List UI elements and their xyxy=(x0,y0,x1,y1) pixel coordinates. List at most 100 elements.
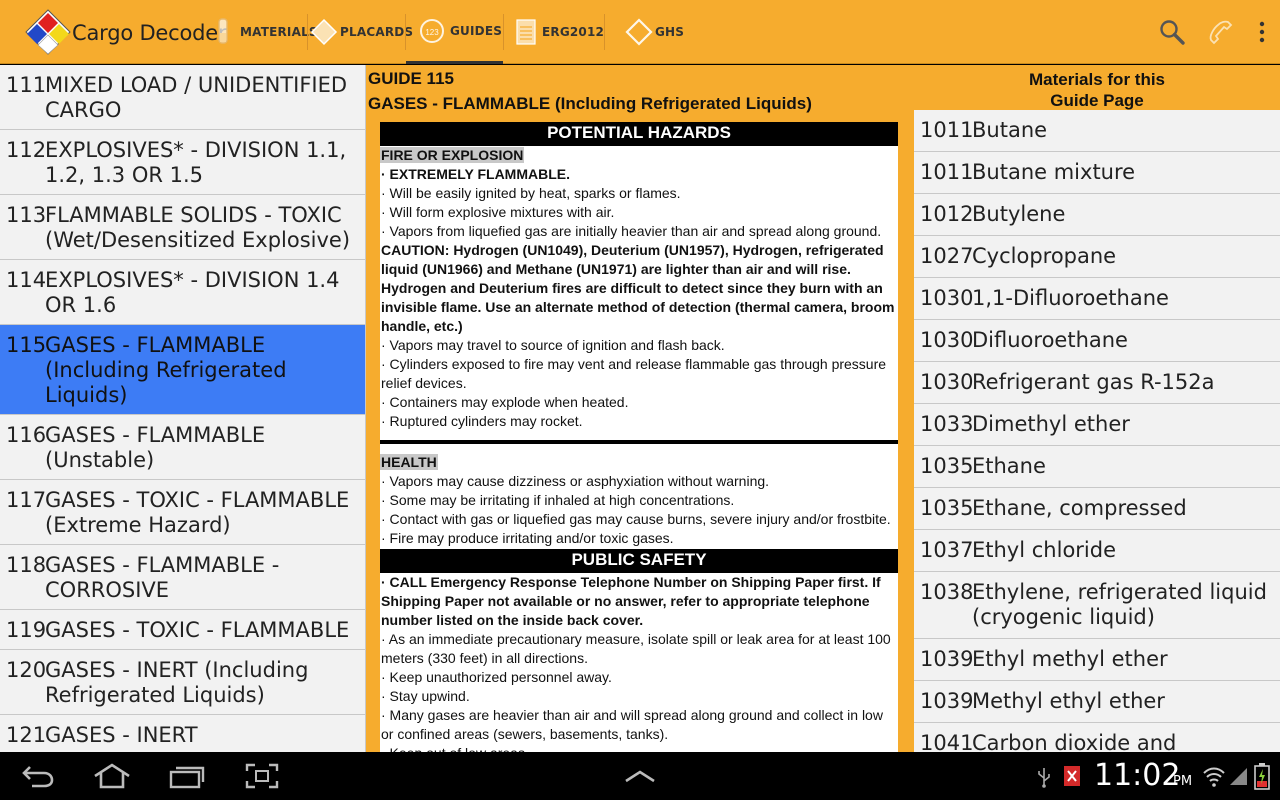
material-list-item[interactable]: 1012 Butylene xyxy=(914,194,1280,236)
material-list-item[interactable]: 1039 Ethyl methyl ether xyxy=(914,639,1280,681)
back-icon xyxy=(22,766,54,788)
guide-item-name: GASES - TOXIC - FLAMMABLE (Extreme Hazar… xyxy=(45,488,350,537)
guide-list-item[interactable]: 115 GASES - FLAMMABLE (Including Refriger… xyxy=(0,325,365,415)
guide-text-line: · Keep out of low areas. xyxy=(380,744,898,752)
guide-text-line: · Will be easily ignited by heat, sparks… xyxy=(381,185,681,201)
guide-title: GASES - FLAMMABLE (Including Refrigerate… xyxy=(368,94,812,113)
back-button[interactable] xyxy=(16,760,60,792)
materials-title-line: Materials for this xyxy=(1028,70,1166,89)
material-list-item[interactable]: 1030 Refrigerant gas R-152a xyxy=(914,362,1280,404)
material-list-item[interactable]: 1038 Ethylene, refrigerated liquid (cryog… xyxy=(914,572,1280,639)
tab-placards[interactable]: PLACARDS xyxy=(310,0,413,64)
notification-error-icon[interactable] xyxy=(1063,765,1081,787)
signal-icon xyxy=(1230,768,1247,785)
material-list-item[interactable]: 1041Carbon dioxide and Ethylene oxide mi… xyxy=(914,723,1280,752)
clock-ampm: PM xyxy=(1173,774,1193,789)
vial-icon xyxy=(218,18,228,44)
guide-item-number: 118 xyxy=(6,553,47,577)
materials-list[interactable]: 1011 Butane 1011 Butane mixture 1012 Butylene… xyxy=(914,110,1280,752)
material-list-item[interactable]: 1033 Dimethyl ether xyxy=(914,404,1280,446)
subsection-fire-or-explosion: FIRE OR EXPLOSION xyxy=(380,147,525,163)
material-list-item[interactable]: 1011 Butane xyxy=(914,110,1280,152)
guides-icon: 123 xyxy=(420,18,444,43)
guide-list-item[interactable]: 114 EXPLOSIVES* - DIVISION 1.4 OR 1.6 xyxy=(0,260,365,325)
materials-pane: Materials for this Guide Page 1011 Butane… xyxy=(914,65,1280,752)
svg-text:123: 123 xyxy=(425,28,439,37)
screenshot-button[interactable] xyxy=(240,760,284,792)
nfpa-diamond-logo-icon[interactable] xyxy=(24,8,72,56)
guide-list-item[interactable]: 113 FLAMMABLE SOLIDS - TOXIC (Wet/Desensi… xyxy=(0,195,365,260)
material-name: Difluoroethane xyxy=(972,328,1128,352)
material-un-number: 1037 xyxy=(920,538,974,562)
material-list-item[interactable]: 1037 Ethyl chloride xyxy=(914,530,1280,572)
usb-icon xyxy=(1038,768,1050,788)
guide-list-item[interactable]: 121 GASES - INERT xyxy=(0,715,365,752)
guide-text-line: · Cylinders exposed to fire may vent and… xyxy=(381,356,887,391)
material-name: Butane mixture xyxy=(972,160,1136,184)
subsection-health: HEALTH xyxy=(380,454,438,470)
guide-item-name: GASES - FLAMMABLE (Including Refrigerate… xyxy=(45,333,287,407)
recent-apps-button[interactable] xyxy=(165,760,209,792)
material-name: Methyl ethyl ether xyxy=(972,689,1165,713)
guide-item-name: GASES - INERT xyxy=(45,723,198,747)
guide-item-name: GASES - TOXIC - FLAMMABLE xyxy=(45,618,350,642)
clock-time: 11:02 xyxy=(1094,758,1181,793)
material-list-item[interactable]: 1035 Ethane, compressed xyxy=(914,488,1280,530)
guide-item-number: 117 xyxy=(6,488,47,512)
tab-ghs[interactable]: GHS xyxy=(625,0,684,64)
guide-text-line: · Fire may produce irritating and/or tox… xyxy=(381,530,674,546)
tab-materials[interactable]: MATERIALS xyxy=(212,0,318,64)
fire-or-explosion-text: · EXTREMELY FLAMMABLE. · Will be easily i… xyxy=(380,165,898,431)
guide-item-number: 111 xyxy=(6,73,47,97)
guide-number: GUIDE 115 xyxy=(368,69,454,88)
material-name: Refrigerant gas R-152a xyxy=(972,370,1215,394)
guide-item-number: 119 xyxy=(6,618,47,642)
guide-list-item[interactable]: 117 GASES - TOXIC - FLAMMABLE (Extreme Ha… xyxy=(0,480,365,545)
guide-list-item[interactable]: 112 EXPLOSIVES* - DIVISION 1.1, 1.2, 1.3 … xyxy=(0,130,365,195)
tab-label: GUIDES xyxy=(450,23,503,38)
material-un-number: 1011 xyxy=(920,160,974,184)
guide-list-item[interactable]: 118 GASES - FLAMMABLE - CORROSIVE xyxy=(0,545,365,610)
call-button[interactable] xyxy=(1202,14,1238,50)
material-name: Cyclopropane xyxy=(972,244,1117,268)
guide-document[interactable]: POTENTIAL HAZARDS FIRE OR EXPLOSION · EX… xyxy=(380,122,898,752)
guide-list-item[interactable]: 116 GASES - FLAMMABLE (Unstable) xyxy=(0,415,365,480)
material-un-number: 1011 xyxy=(920,118,974,142)
section-header-public-safety: PUBLIC SAFETY xyxy=(380,549,898,573)
guide-item-number: 115 xyxy=(6,333,47,357)
battery-charging-icon xyxy=(1254,763,1270,790)
guide-list[interactable]: 111 MIXED LOAD / UNIDENTIFIED CARGO 112 EXP… xyxy=(0,65,366,752)
overflow-menu-button[interactable] xyxy=(1244,14,1280,50)
guide-list-item[interactable]: 120 GASES - INERT (Including Refrigerated… xyxy=(0,650,365,715)
tab-guides[interactable]: 123 GUIDES xyxy=(406,0,503,64)
section-header-hazards: POTENTIAL HAZARDS xyxy=(380,122,898,146)
material-list-item[interactable]: 1011 Butane mixture xyxy=(914,152,1280,194)
material-list-item[interactable]: 1027 Cyclopropane xyxy=(914,236,1280,278)
material-name: Ethyl chloride xyxy=(972,538,1117,562)
guide-list-item[interactable]: 119 GASES - TOXIC - FLAMMABLE xyxy=(0,610,365,650)
ghs-diamond-icon xyxy=(625,18,653,46)
material-un-number: 1033 xyxy=(920,412,974,436)
guide-item-name: EXPLOSIVES* - DIVISION 1.1, 1.2, 1.3 OR … xyxy=(45,138,347,187)
app-title: Cargo Decoder xyxy=(72,21,227,45)
guide-item-name: GASES - FLAMMABLE (Unstable) xyxy=(45,423,266,472)
guide-detail-pane: GUIDE 115 GASES - FLAMMABLE (Including R… xyxy=(366,65,914,752)
guide-item-name: GASES - INERT (Including Refrigerated Li… xyxy=(45,658,309,707)
expand-bar-button[interactable] xyxy=(618,760,662,792)
home-icon xyxy=(94,763,130,789)
home-button[interactable] xyxy=(90,760,134,792)
guide-item-number: 120 xyxy=(6,658,47,682)
guide-text-line: · Keep unauthorized personnel away. xyxy=(381,669,612,685)
guide-list-item[interactable]: 111 MIXED LOAD / UNIDENTIFIED CARGO xyxy=(0,65,365,130)
search-button[interactable] xyxy=(1154,14,1190,50)
chevron-up-icon xyxy=(625,770,655,783)
guide-text-line: · Contact with gas or liquefied gas may … xyxy=(381,511,891,527)
material-list-item[interactable]: 1039 Methyl ethyl ether xyxy=(914,681,1280,723)
material-name: Ethane, compressed xyxy=(972,496,1187,520)
material-list-item[interactable]: 1030 1,1-Difluoroethane xyxy=(914,278,1280,320)
material-un-number: 1030 xyxy=(920,328,974,352)
tab-erg2012[interactable]: ERG2012 xyxy=(514,0,604,64)
material-list-item[interactable]: 1030 Difluoroethane xyxy=(914,320,1280,362)
material-name: Butylene xyxy=(972,202,1066,226)
material-list-item[interactable]: 1035 Ethane xyxy=(914,446,1280,488)
